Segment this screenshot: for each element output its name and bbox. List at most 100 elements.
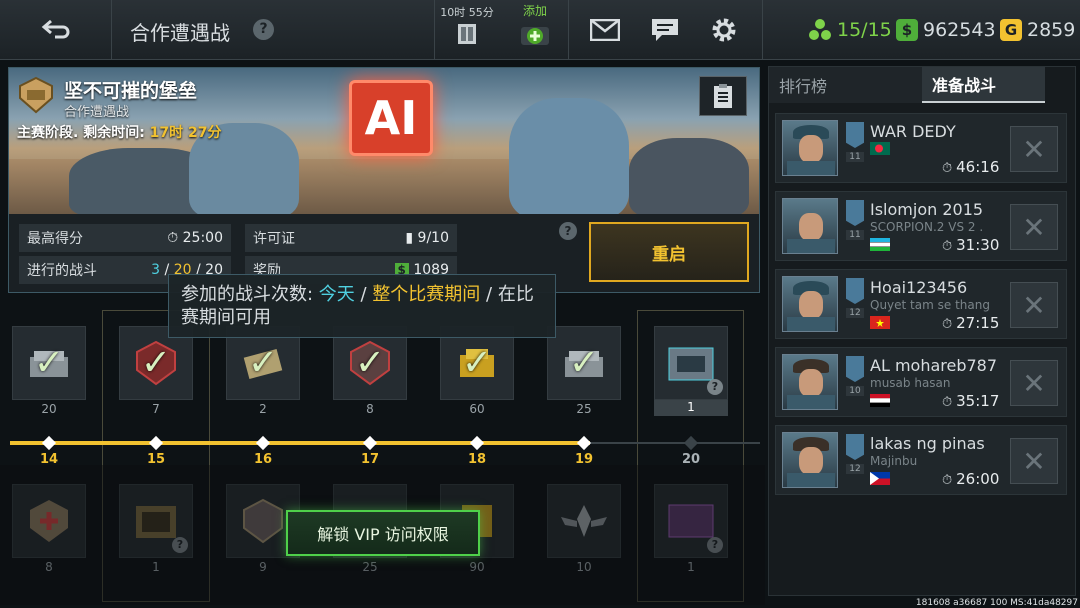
crate-timer[interactable]: 10时 55分	[436, 0, 498, 60]
player-card[interactable]: 12 lakas ng pinas Majinbu 26:00 ✕	[775, 425, 1067, 495]
rank-level: 12	[846, 464, 864, 474]
chat-button[interactable]	[645, 10, 685, 50]
ai-sign: AI	[349, 80, 433, 156]
reward-cell[interactable]: ?	[654, 326, 728, 400]
back-button[interactable]	[0, 0, 112, 60]
divider	[762, 0, 763, 60]
event-info-button[interactable]	[699, 76, 747, 116]
crate-icon	[458, 24, 476, 44]
permit-row: 许可证 ▮ 9/10	[245, 224, 457, 252]
claimed-check-icon: ✓	[33, 342, 65, 384]
permit-label: 许可证	[253, 231, 295, 247]
divider	[434, 0, 435, 60]
event-panel: AI 坚不可摧的堡垒 合作遭遇战 主赛阶段. 剩余时间: 17时 27分 最高得…	[8, 67, 760, 293]
reward-count: 20	[41, 402, 57, 416]
event-emblem-icon	[19, 76, 53, 114]
tab-leaderboard[interactable]: 排行榜	[769, 67, 922, 103]
sidebar: 排行榜 准备战斗 11 WAR DEDY 46:16 ✕ 11 Islomjon…	[768, 66, 1076, 596]
help-icon[interactable]: ?	[253, 19, 274, 40]
gold-icon: G	[1000, 19, 1022, 41]
player-time: 46:16	[942, 158, 999, 176]
cash-counter[interactable]: $ 962543	[896, 16, 996, 44]
tooltip-sep: /	[354, 284, 373, 305]
avatar	[782, 432, 838, 488]
energy-counter[interactable]: 15/15	[808, 16, 892, 44]
crossed-swords-icon[interactable]: ✕	[1010, 438, 1058, 484]
player-card[interactable]: 12 Hoai123456 Quyet tam se thang 27:15 ✕	[775, 269, 1067, 339]
crossed-swords-icon[interactable]: ✕	[1010, 126, 1058, 172]
chat-icon	[652, 19, 678, 41]
avatar	[782, 120, 838, 176]
gear-icon	[712, 18, 736, 42]
gold-value: 2859	[1027, 19, 1076, 41]
player-card[interactable]: 10 AL mohareb787 musab hasan 35:17 ✕	[775, 347, 1067, 417]
best-score-label: 最高得分	[27, 231, 83, 247]
battles-tooltip: 参加的战斗次数: 今天 / 整个比赛期间 / 在比赛期间可用	[168, 274, 556, 338]
reward-count: 1	[654, 400, 728, 416]
mail-icon	[590, 19, 620, 41]
crossed-swords-icon[interactable]: ✕	[1010, 204, 1058, 250]
cash-icon: $	[896, 19, 918, 41]
player-name: lakas ng pinas	[870, 434, 985, 453]
progress-node	[576, 435, 592, 451]
stage-label: 主赛阶段. 剩余时间:	[17, 125, 150, 141]
stats-help-icon[interactable]: ?	[559, 222, 577, 240]
player-time: 26:00	[942, 470, 999, 488]
build-info: 181608 a36687 100 MS:41da48297	[915, 598, 1078, 608]
crossed-swords-icon[interactable]: ✕	[1010, 360, 1058, 406]
info-icon[interactable]: ?	[707, 379, 723, 395]
player-name: Hoai123456	[870, 278, 968, 297]
event-stage: 主赛阶段. 剩余时间: 17时 27分	[17, 122, 222, 142]
philippines-flag-icon	[870, 472, 890, 485]
settings-button[interactable]	[704, 10, 744, 50]
player-card[interactable]: 11 Islomjon 2015 SCORPION.2 VS 2 . 31:30…	[775, 191, 1067, 261]
crate-timer-label: 10时 55分	[440, 6, 494, 19]
rank-icon	[846, 278, 864, 304]
permit-count: 9/10	[417, 230, 449, 246]
unlock-vip-button[interactable]: 解锁 VIP 访问权限	[286, 510, 480, 556]
battles-today: 3	[151, 262, 161, 278]
event-banner: AI 坚不可摧的堡垒 合作遭遇战 主赛阶段. 剩余时间: 17时 27分	[9, 68, 759, 218]
player-name: Islomjon 2015	[870, 200, 984, 219]
avatar	[782, 276, 838, 332]
plus-crate-icon	[521, 27, 549, 45]
reward-count: 8	[366, 402, 374, 416]
cash-value: 962543	[923, 19, 996, 41]
restart-button[interactable]: 重启	[589, 222, 749, 282]
player-time: 35:17	[942, 392, 999, 410]
tooltip-prefix: 参加的战斗次数:	[181, 284, 319, 305]
player-card[interactable]: 11 WAR DEDY 46:16 ✕	[775, 113, 1067, 183]
reward-cell[interactable]: ✓	[12, 326, 86, 400]
reward-count: 2	[259, 402, 267, 416]
banner-robot	[629, 138, 749, 218]
gold-counter[interactable]: G 2859	[1000, 16, 1075, 44]
uzbekistan-flag-icon	[870, 238, 890, 251]
reward-cell[interactable]: ✓	[547, 326, 621, 400]
reward-count: 7	[152, 402, 160, 416]
avatar	[782, 354, 838, 410]
tab-prepare-battle[interactable]: 准备战斗	[922, 67, 1045, 103]
tooltip-sep: /	[480, 284, 498, 305]
permit-value: ▮ 9/10	[405, 230, 449, 246]
event-title: 坚不可摧的堡垒	[64, 80, 198, 102]
tooltip-period: 整个比赛期间	[372, 284, 481, 305]
reward-count: 60	[469, 402, 485, 416]
tooltip-today: 今天	[318, 284, 355, 305]
claimed-check-icon: ✓	[461, 342, 493, 384]
top-bar: 合作遭遇战 ? 10时 55分 添加 15/15 $ 962543 G 2859	[0, 0, 1080, 60]
player-name: WAR DEDY	[870, 122, 956, 141]
rank-level: 11	[846, 152, 864, 162]
clipboard-icon	[714, 84, 732, 108]
divider	[568, 0, 569, 60]
stage-time: 17时 27分	[149, 125, 222, 141]
player-clan: Majinbu	[870, 454, 918, 468]
rank-icon	[846, 122, 864, 148]
player-clan: SCORPION.2 VS 2 .	[870, 220, 984, 234]
claimed-check-icon: ✓	[140, 342, 172, 384]
add-crate-button[interactable]: 添加	[504, 0, 566, 60]
vietnam-flag-icon	[870, 316, 890, 329]
crossed-swords-icon[interactable]: ✕	[1010, 282, 1058, 328]
progress-line-done	[10, 441, 590, 445]
back-arrow-icon	[41, 19, 69, 39]
mail-button[interactable]	[585, 10, 625, 50]
